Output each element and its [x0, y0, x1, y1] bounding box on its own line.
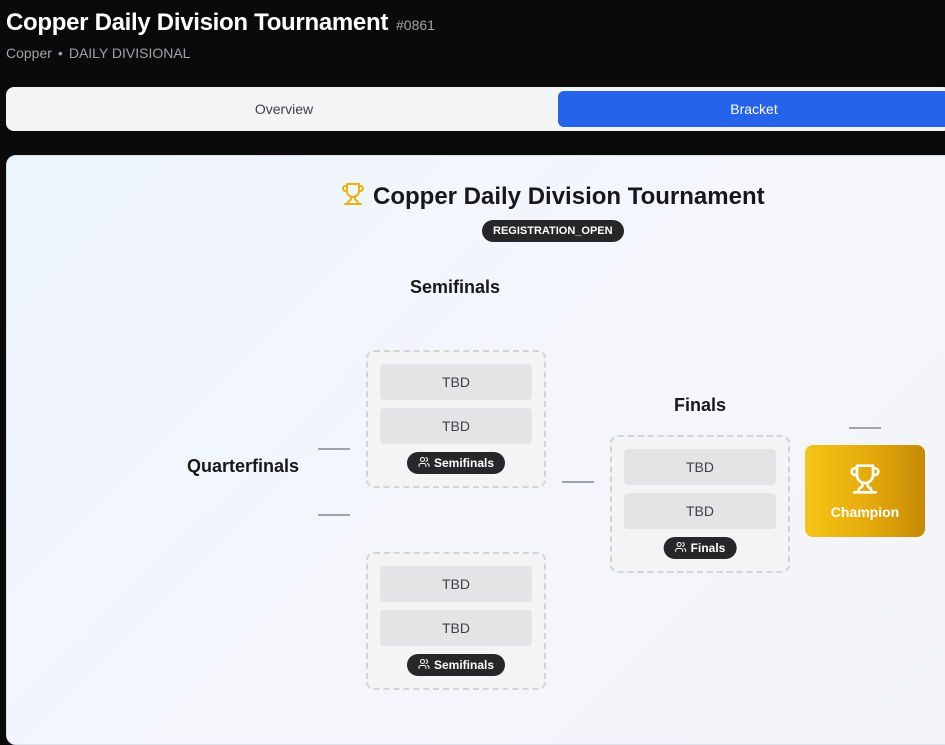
match-slot[interactable]: TBD	[624, 493, 776, 529]
champion-card[interactable]: Champion	[805, 445, 925, 537]
match-round-badge: Semifinals	[406, 654, 506, 676]
match-slot[interactable]: TBD	[380, 566, 532, 602]
connector-line	[318, 514, 350, 516]
round-label-finals: Finals	[674, 395, 727, 415]
bracket-title-text: Copper Daily Division Tournament	[373, 182, 765, 210]
tournament-id: #0861	[396, 17, 435, 33]
tab-bar: Overview Bracket	[6, 87, 945, 131]
semifinal-match-1[interactable]: TBD TBD Semifinals	[366, 350, 546, 488]
bracket-panel: Copper Daily Division Tournament REGISTR…	[6, 155, 945, 745]
tournament-meta: Copper • DAILY DIVISIONAL	[6, 45, 435, 61]
match-slot[interactable]: TBD	[380, 364, 532, 400]
page-title: Copper Daily Division Tournament	[6, 9, 389, 36]
round-label-semifinals: Semifinals	[410, 277, 501, 297]
users-icon	[418, 658, 430, 673]
page-header: Copper Daily Division Tournament #0861 C…	[6, 9, 435, 61]
match-slot[interactable]: TBD	[624, 449, 776, 485]
final-match[interactable]: TBD TBD Finals	[610, 435, 790, 573]
trophy-icon	[341, 182, 365, 211]
connector-line	[849, 427, 881, 429]
round-label-quarterfinals: Quarterfinals	[187, 456, 300, 476]
match-round-badge: Semifinals	[406, 452, 506, 474]
type-label: DAILY DIVISIONAL	[68, 45, 191, 61]
match-badge-label: Finals	[690, 541, 726, 555]
champion-label: Champion	[830, 503, 900, 520]
semifinal-match-2[interactable]: TBD TBD Semifinals	[366, 552, 546, 690]
tab-bracket[interactable]: Bracket	[558, 91, 945, 127]
status-badge: REGISTRATION_OPEN	[482, 220, 624, 242]
tab-overview[interactable]: Overview	[10, 91, 558, 127]
trophy-icon	[849, 463, 881, 498]
users-icon	[675, 541, 687, 556]
match-slot[interactable]: TBD	[380, 610, 532, 646]
meta-separator: •	[57, 45, 63, 61]
match-badge-label: Semifinals	[433, 456, 495, 470]
match-slot[interactable]: TBD	[380, 408, 532, 444]
match-round-badge: Finals	[663, 537, 737, 559]
connector-line	[562, 481, 594, 483]
match-badge-label: Semifinals	[433, 658, 495, 672]
bracket-title: Copper Daily Division Tournament	[341, 182, 765, 211]
tier-label: Copper	[6, 45, 52, 61]
connector-line	[318, 448, 350, 450]
users-icon	[418, 456, 430, 471]
